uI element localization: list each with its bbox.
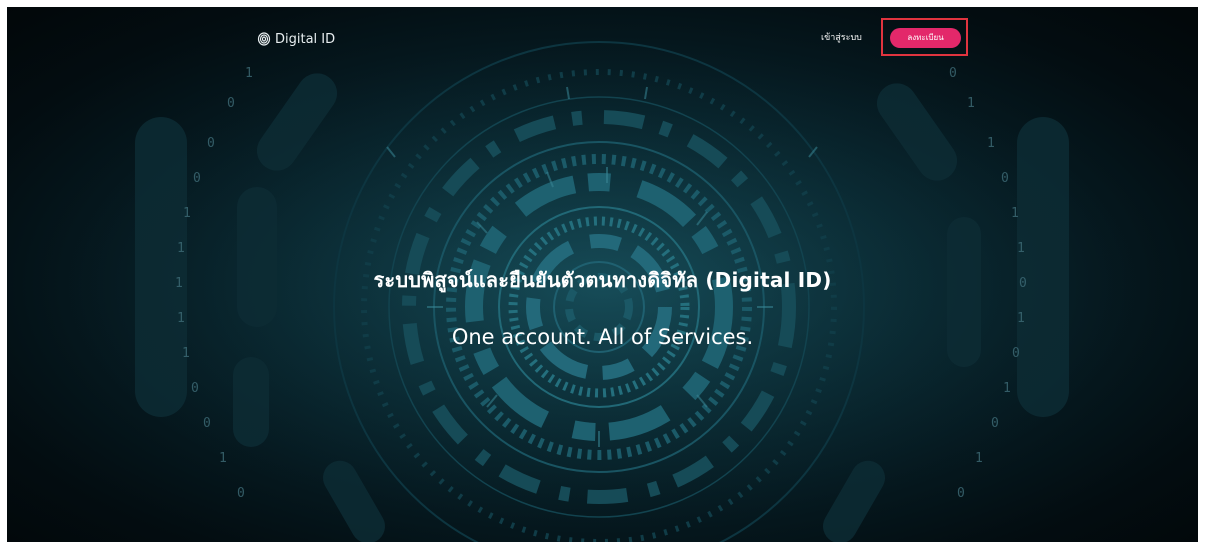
top-navbar: Digital ID เข้าสู่ระบบ ลงทะเบียน <box>7 7 1198 69</box>
svg-text:1: 1 <box>183 206 191 221</box>
svg-text:0: 0 <box>191 381 199 396</box>
svg-text:0: 0 <box>957 486 965 501</box>
brand-name: Digital ID <box>275 31 336 47</box>
login-link[interactable]: เข้าสู่ระบบ <box>821 32 862 44</box>
svg-text:1: 1 <box>177 241 185 256</box>
svg-text:1: 1 <box>1011 206 1019 221</box>
page-frame: 0 0 1 1 1 1 1 0 0 1 0 0 1 1 0 1 1 0 1 0 … <box>7 7 1198 542</box>
svg-text:1: 1 <box>1017 311 1025 326</box>
svg-text:0: 0 <box>227 96 235 111</box>
svg-text:0: 0 <box>207 136 215 151</box>
svg-text:1: 1 <box>177 311 185 326</box>
hero-subtitle: One account. All of Services. <box>451 325 754 349</box>
svg-text:1: 1 <box>1017 241 1025 256</box>
fingerprint-icon <box>257 32 271 46</box>
svg-text:0: 0 <box>1001 171 1009 186</box>
svg-text:1: 1 <box>1003 381 1011 396</box>
hero-title: ระบบพิสูจน์และยืนยันตัวตนทางดิจิทัล (Dig… <box>373 268 832 292</box>
register-button[interactable]: ลงทะเบียน <box>890 28 961 48</box>
svg-text:1: 1 <box>987 136 995 151</box>
register-highlight: ลงทะเบียน <box>881 18 968 56</box>
brand-logo[interactable]: Digital ID <box>257 29 335 49</box>
svg-text:1: 1 <box>219 451 227 466</box>
svg-text:0: 0 <box>193 171 201 186</box>
svg-text:0: 0 <box>237 486 245 501</box>
svg-text:1: 1 <box>967 96 975 111</box>
svg-text:1: 1 <box>975 451 983 466</box>
svg-text:0: 0 <box>203 416 211 431</box>
svg-text:0: 0 <box>991 416 999 431</box>
